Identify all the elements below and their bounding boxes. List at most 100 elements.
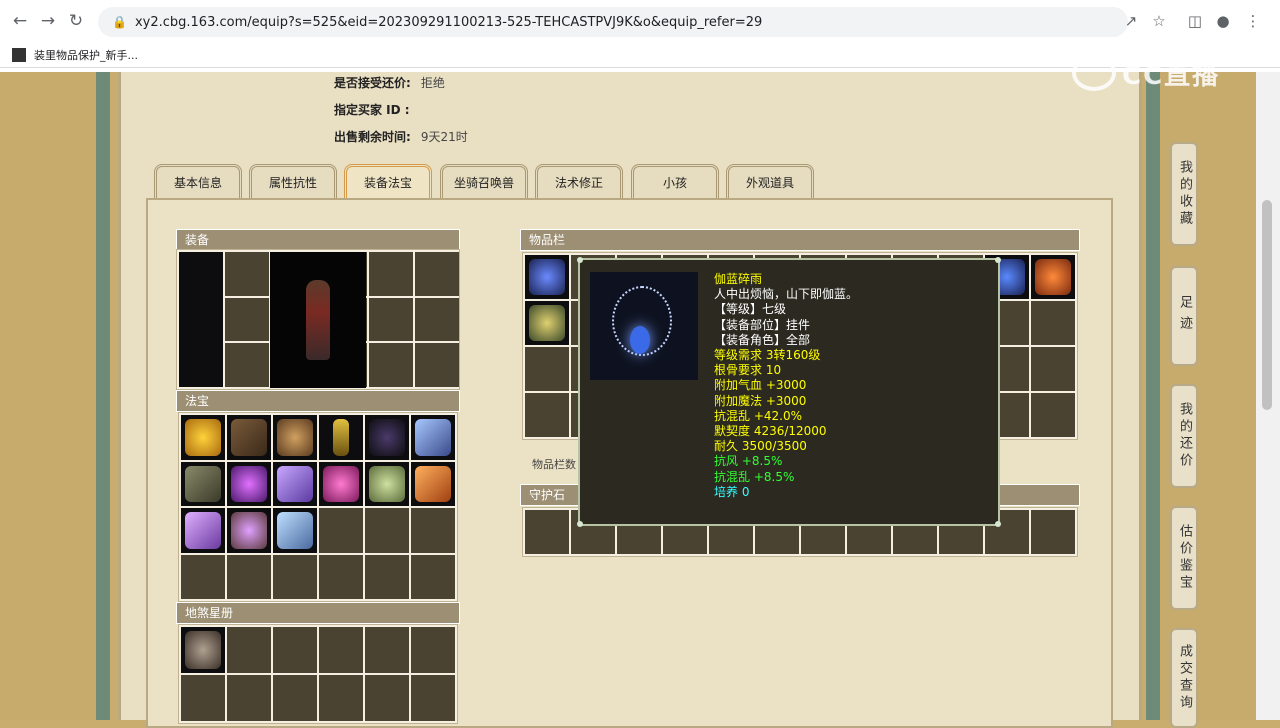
tooltip-corner bbox=[995, 521, 1001, 527]
disha-slot[interactable] bbox=[181, 675, 225, 721]
disha-slot[interactable] bbox=[227, 675, 271, 721]
fabao-slot[interactable] bbox=[319, 508, 363, 553]
fabao-slot[interactable] bbox=[181, 554, 225, 599]
fabao-slot[interactable] bbox=[411, 508, 455, 553]
disha-slot[interactable] bbox=[365, 627, 409, 673]
tab-equipment[interactable]: 装备法宝 bbox=[344, 164, 432, 200]
tab-basic-info[interactable]: 基本信息 bbox=[154, 164, 242, 200]
fabao-item[interactable] bbox=[319, 461, 363, 506]
side-button-favorites[interactable]: 我的收藏 bbox=[1170, 142, 1198, 246]
bookmark-icon bbox=[12, 47, 26, 62]
forward-icon[interactable]: → bbox=[34, 7, 62, 35]
inventory-slot[interactable] bbox=[525, 393, 569, 437]
equip-slot[interactable] bbox=[369, 343, 413, 387]
fabao-item[interactable] bbox=[273, 415, 317, 460]
disha-item[interactable] bbox=[181, 627, 225, 673]
equip-slot[interactable] bbox=[369, 297, 413, 342]
inventory-note: 物品栏数 bbox=[532, 458, 576, 471]
fabao-item[interactable] bbox=[227, 508, 271, 553]
tab-child[interactable]: 小孩 bbox=[631, 164, 719, 200]
fabao-grid bbox=[178, 412, 458, 602]
equip-slot[interactable] bbox=[415, 343, 459, 387]
fabao-item[interactable] bbox=[319, 415, 363, 460]
info-time-left: 出售剩余时间: 9天21时 bbox=[334, 128, 468, 145]
scrollbar-thumb[interactable] bbox=[1262, 200, 1272, 410]
bookmark-item[interactable]: 装里物品保护_新手... bbox=[34, 47, 138, 63]
inventory-item[interactable] bbox=[525, 301, 569, 345]
section-fabao-header: 法宝 bbox=[176, 390, 460, 412]
fabao-slot[interactable] bbox=[411, 554, 455, 599]
info-buyer: 指定买家 ID : bbox=[334, 101, 420, 118]
fabao-item[interactable] bbox=[273, 461, 317, 506]
inventory-slot[interactable] bbox=[1031, 301, 1075, 345]
guard-stone-slot[interactable] bbox=[1031, 510, 1075, 554]
share-icon[interactable]: ↗ bbox=[1120, 10, 1142, 32]
side-button-appraisal[interactable]: 估价鉴宝 bbox=[1170, 506, 1198, 610]
sidepanel-icon[interactable]: ◫ bbox=[1184, 10, 1206, 32]
fabao-item[interactable] bbox=[411, 415, 455, 460]
fabao-slot[interactable] bbox=[273, 554, 317, 599]
character-portrait bbox=[179, 252, 223, 387]
tooltip-corner bbox=[577, 257, 583, 263]
fabao-slot[interactable] bbox=[365, 508, 409, 553]
disha-slot[interactable] bbox=[365, 675, 409, 721]
star-icon[interactable]: ☆ bbox=[1148, 10, 1170, 32]
back-icon[interactable]: ← bbox=[6, 7, 34, 35]
info-value: 9天21时 bbox=[420, 130, 468, 144]
side-button-deals[interactable]: 成交查询 bbox=[1170, 628, 1198, 728]
tab-appearance[interactable]: 外观道具 bbox=[726, 164, 814, 200]
info-label: 出售剩余时间: bbox=[334, 130, 411, 144]
reload-icon[interactable]: ↻ bbox=[62, 7, 90, 35]
fabao-item[interactable] bbox=[227, 415, 271, 460]
equip-slot[interactable] bbox=[225, 252, 269, 296]
side-button-label: 成交查询 bbox=[1177, 644, 1192, 712]
disha-slot[interactable] bbox=[411, 627, 455, 673]
fabao-item[interactable] bbox=[411, 461, 455, 506]
disha-slot[interactable] bbox=[319, 675, 363, 721]
inventory-item[interactable] bbox=[1031, 255, 1075, 299]
side-button-history[interactable]: 足迹 bbox=[1170, 266, 1198, 366]
info-value: 拒绝 bbox=[420, 76, 445, 90]
fabao-item[interactable] bbox=[273, 508, 317, 553]
fabao-item[interactable] bbox=[181, 415, 225, 460]
profile-icon[interactable]: ● bbox=[1212, 10, 1234, 32]
fabao-item[interactable] bbox=[181, 508, 225, 553]
inventory-slot[interactable] bbox=[525, 347, 569, 391]
address-bar[interactable]: 🔒 xy2.cbg.163.com/equip?s=525&eid=202309… bbox=[98, 7, 1128, 37]
fabao-slot[interactable] bbox=[227, 554, 271, 599]
fabao-item[interactable] bbox=[181, 461, 225, 506]
disha-slot[interactable] bbox=[273, 675, 317, 721]
tab-attributes[interactable]: 属性抗性 bbox=[249, 164, 337, 200]
menu-icon[interactable]: ⋮ bbox=[1242, 10, 1264, 32]
side-button-label: 我的收藏 bbox=[1177, 160, 1192, 228]
item-gengu: 根骨要求 10 bbox=[714, 363, 782, 378]
disha-slot[interactable] bbox=[411, 675, 455, 721]
disha-slot[interactable] bbox=[319, 627, 363, 673]
section-equipment-header: 装备 bbox=[176, 229, 460, 251]
left-border bbox=[96, 72, 110, 720]
fabao-slot[interactable] bbox=[319, 554, 363, 599]
equip-slot[interactable] bbox=[225, 297, 269, 342]
tab-mounts[interactable]: 坐骑召唤兽 bbox=[440, 164, 528, 200]
section-disha-header: 地煞星册 bbox=[176, 602, 460, 624]
disha-slot[interactable] bbox=[273, 627, 317, 673]
side-button-my-offers[interactable]: 我的还价 bbox=[1170, 384, 1198, 488]
fabao-item[interactable] bbox=[365, 415, 409, 460]
fabao-slot[interactable] bbox=[365, 554, 409, 599]
item-tooltip: 伽蓝碎雨 人中出烦恼，山下即伽蓝。 【等级】七级 【装备部位】挂件 【装备角色】… bbox=[577, 257, 1001, 527]
item-cultivation: 培养 0 bbox=[714, 484, 750, 499]
inventory-slot[interactable] bbox=[1031, 347, 1075, 391]
equip-slot[interactable] bbox=[225, 343, 269, 387]
right-border bbox=[1146, 72, 1160, 720]
equip-slot[interactable] bbox=[415, 297, 459, 342]
item-slot: 【装备部位】挂件 bbox=[714, 317, 811, 332]
fabao-item[interactable] bbox=[227, 461, 271, 506]
inventory-slot[interactable] bbox=[1031, 393, 1075, 437]
tab-spell-mods[interactable]: 法术修正 bbox=[535, 164, 623, 200]
equip-slot[interactable] bbox=[415, 252, 459, 296]
inventory-item-necklace[interactable] bbox=[525, 255, 569, 299]
disha-slot[interactable] bbox=[227, 627, 271, 673]
guard-stone-slot[interactable] bbox=[525, 510, 569, 554]
fabao-item[interactable] bbox=[365, 461, 409, 506]
equip-slot[interactable] bbox=[369, 252, 413, 296]
